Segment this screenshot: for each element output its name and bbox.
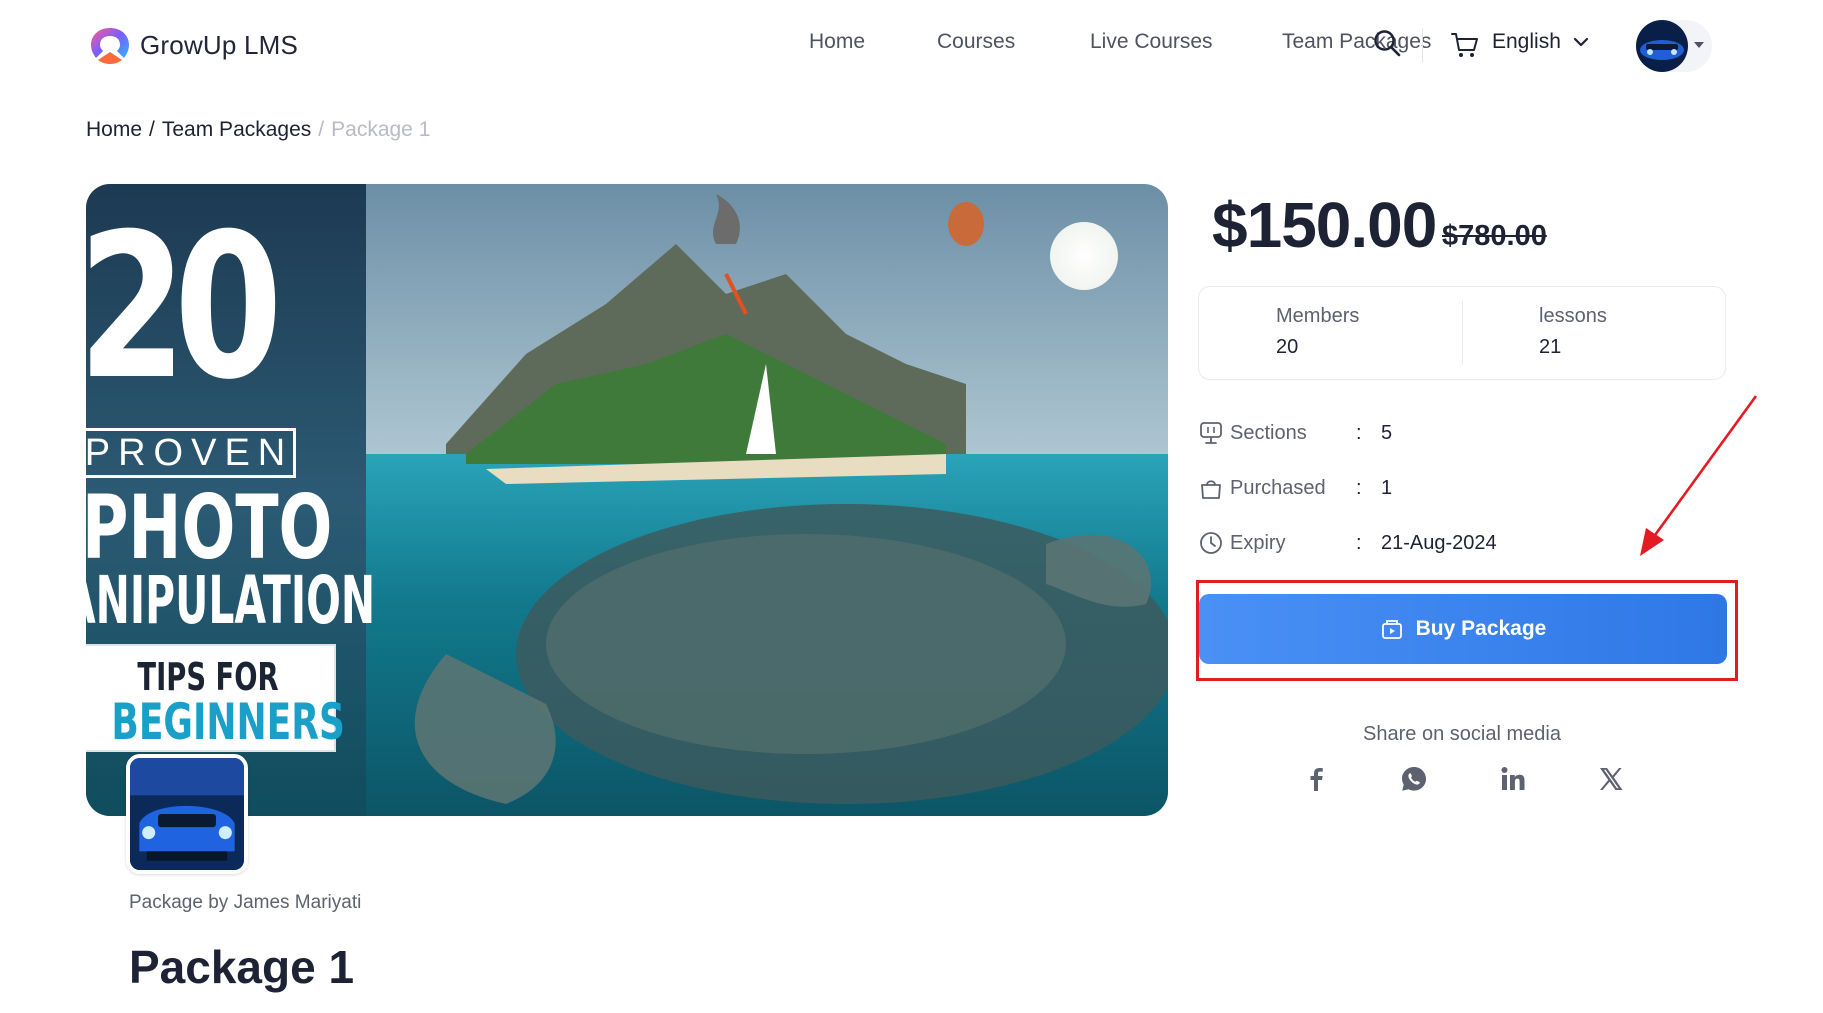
language-label: English — [1492, 30, 1561, 53]
package-icon — [1381, 620, 1402, 639]
meta-label: Sections — [1230, 421, 1307, 444]
x-share-button[interactable] — [1596, 764, 1626, 794]
meta-colon: : — [1356, 531, 1362, 554]
author-thumbnail — [126, 754, 248, 874]
chevron-down-icon — [1573, 37, 1588, 47]
cart-icon[interactable] — [1450, 30, 1480, 60]
avatar — [1636, 20, 1688, 72]
meta-label: Expiry — [1230, 531, 1286, 554]
package-author: Package by James Mariyati — [129, 892, 362, 913]
nav-courses[interactable]: Courses — [937, 30, 1015, 54]
brand-logo[interactable]: GrowUp LMS — [86, 24, 298, 66]
share-label: Share on social media — [1363, 723, 1561, 745]
stat-lessons: lessons 21 — [1539, 305, 1607, 359]
nav-divider — [1422, 28, 1423, 62]
meta-colon: : — [1356, 476, 1362, 499]
nav-live-courses[interactable]: Live Courses — [1090, 30, 1213, 54]
breadcrumb-team-packages[interactable]: Team Packages — [162, 118, 311, 142]
facebook-icon — [1310, 768, 1323, 791]
stat-divider — [1462, 301, 1463, 365]
breadcrumb-current: Package 1 — [331, 118, 431, 141]
meta-value: 21-Aug-2024 — [1381, 531, 1497, 554]
site-header: GrowUp LMS Home Courses Live Courses Tea… — [0, 0, 1823, 90]
cover-number: 20 — [86, 191, 283, 424]
cover-proven: PROVEN — [86, 428, 296, 478]
growup-logo-icon — [91, 28, 129, 64]
stat-label: lessons — [1539, 305, 1607, 327]
whatsapp-icon — [1402, 767, 1426, 791]
meta-purchased: Purchased : 1 — [1198, 473, 1392, 503]
stat-value: 21 — [1539, 336, 1562, 358]
linkedin-icon — [1501, 767, 1525, 790]
stat-label: Members — [1276, 305, 1360, 327]
meta-value: 1 — [1381, 476, 1393, 499]
annotation-arrow — [1640, 395, 1758, 556]
whatsapp-share-button[interactable] — [1399, 764, 1429, 794]
cover-text-overlay: 20 PROVEN PHOTO ANIPULATION TIPS FOR BEG… — [86, 184, 375, 816]
nav-team-packages[interactable]: Team Packages — [1282, 30, 1431, 54]
package-cover-image: 20 PROVEN PHOTO ANIPULATION TIPS FOR BEG… — [86, 184, 1168, 816]
buy-package-button[interactable]: Buy Package — [1199, 594, 1727, 664]
breadcrumb-home[interactable]: Home — [86, 118, 142, 142]
meta-value: 5 — [1381, 421, 1393, 444]
cover-tips-box: TIPS FOR BEGINNERS — [86, 644, 345, 752]
search-icon[interactable] — [1372, 28, 1402, 58]
nav-home[interactable]: Home — [809, 30, 865, 54]
linkedin-share-button[interactable] — [1498, 764, 1528, 794]
breadcrumb-separator: / — [318, 118, 325, 141]
breadcrumb-separator: / — [149, 118, 155, 141]
buy-package-label: Buy Package — [1415, 617, 1547, 640]
caret-down-icon — [1694, 42, 1704, 48]
x-icon — [1600, 768, 1623, 790]
sections-icon — [1200, 422, 1222, 444]
clock-icon — [1200, 532, 1222, 554]
package-stats: Members 20 lessons 21 — [1198, 286, 1726, 380]
language-selector[interactable]: English — [1492, 30, 1589, 54]
package-price: $150.00 — [1212, 189, 1437, 261]
facebook-share-button[interactable] — [1301, 764, 1331, 794]
meta-sections: Sections : 5 — [1198, 418, 1392, 448]
stat-members: Members 20 — [1276, 305, 1359, 359]
package-title: Package 1 — [129, 941, 355, 993]
cover-photo: PHOTO — [86, 476, 333, 579]
stat-value: 20 — [1276, 336, 1299, 358]
meta-expiry: Expiry : 21-Aug-2024 — [1198, 528, 1497, 558]
meta-label: Purchased — [1230, 476, 1326, 499]
package-original-price: $780.00 — [1442, 220, 1547, 252]
brand-name: GrowUp LMS — [140, 29, 299, 60]
bag-icon — [1201, 480, 1221, 499]
user-menu[interactable] — [1636, 20, 1712, 72]
cover-manipulation: ANIPULATION — [86, 562, 376, 639]
meta-colon: : — [1356, 421, 1362, 444]
cover-beginners: BEGINNERS — [111, 693, 345, 751]
breadcrumb: Home / Team Packages / Package 1 — [86, 118, 430, 142]
